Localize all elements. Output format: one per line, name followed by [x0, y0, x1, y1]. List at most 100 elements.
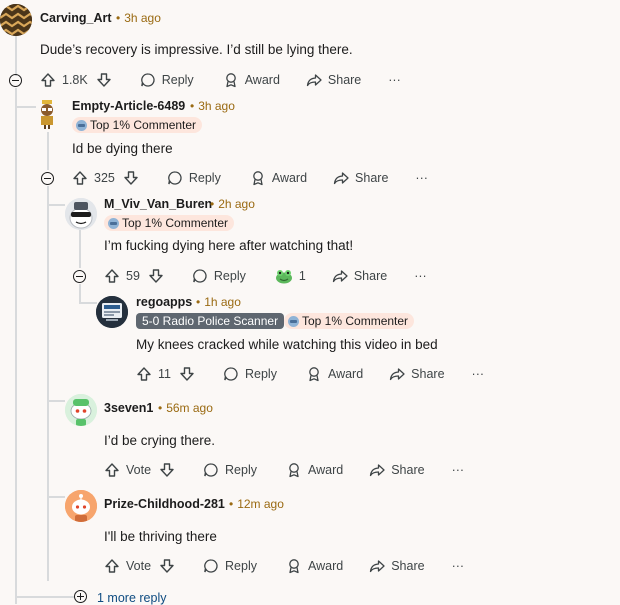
award-button[interactable]: 1: [275, 268, 306, 284]
upvote-button[interactable]: 11: [136, 366, 171, 382]
avatar[interactable]: [65, 394, 97, 426]
upvote-button[interactable]: 1.8K: [40, 72, 88, 88]
speech-bubble-icon: [203, 462, 219, 478]
award-button[interactable]: Award: [286, 462, 343, 478]
comment-actions: 325 Reply Award Share ···: [72, 166, 428, 190]
downvote-button[interactable]: [179, 366, 195, 382]
thread-line: [16, 106, 36, 108]
vote-count: 11: [158, 367, 171, 381]
thread-line: [48, 400, 65, 402]
award-icon: [286, 462, 302, 478]
share-arrow-icon: [369, 462, 385, 478]
ellipsis-icon: ···: [451, 463, 465, 477]
award-button[interactable]: Award: [306, 366, 363, 382]
comment-body: I'll be thriving there: [104, 529, 217, 544]
share-button[interactable]: Share: [306, 72, 361, 88]
ellipsis-icon: ···: [388, 73, 401, 87]
thread-line: [16, 596, 74, 598]
vote-count: 1.8K: [62, 73, 88, 87]
speech-bubble-icon: [223, 366, 239, 382]
award-button[interactable]: Award: [286, 558, 343, 574]
comment-actions: 11 Reply Award Share ···: [136, 362, 484, 386]
comment-timestamp: • 1h ago: [196, 295, 241, 309]
more-options-button[interactable]: ···: [472, 367, 485, 381]
award-icon: [286, 558, 302, 574]
downvote-button[interactable]: [123, 170, 139, 186]
thread-line: [80, 302, 97, 304]
reply-button[interactable]: Reply: [140, 72, 194, 88]
more-options-button[interactable]: ···: [452, 463, 465, 477]
comment-timestamp: • 12m ago: [229, 497, 284, 511]
reply-button[interactable]: Reply: [192, 268, 246, 284]
more-options-button[interactable]: ···: [415, 171, 428, 185]
more-options-button[interactable]: ···: [452, 559, 465, 573]
thread-line: [48, 204, 65, 206]
collapse-thread-button[interactable]: [9, 74, 22, 87]
downvote-button[interactable]: [148, 268, 164, 284]
comment-body: I’d be crying there.: [104, 433, 216, 448]
reply-button[interactable]: Reply: [203, 558, 257, 574]
collapse-thread-button[interactable]: [41, 172, 54, 185]
thread-line: [48, 496, 65, 498]
share-button[interactable]: Share: [389, 366, 445, 382]
flair-badge-icon: [76, 119, 87, 131]
reply-button[interactable]: Reply: [167, 170, 221, 186]
thread-line: [79, 230, 81, 268]
comment-author[interactable]: Carving_Art: [40, 11, 112, 25]
arrow-down-icon: [123, 170, 139, 186]
reply-button[interactable]: Reply: [203, 462, 257, 478]
comment-author[interactable]: 3seven1: [104, 401, 153, 415]
upvote-button[interactable]: Vote: [104, 558, 151, 574]
comment-timestamp: • 2h ago: [210, 197, 255, 211]
comment-author[interactable]: Empty-Article-6489: [72, 99, 185, 113]
comment-author[interactable]: M_Viv_Van_Buren: [104, 197, 212, 211]
award-icon: [250, 170, 266, 186]
share-button[interactable]: Share: [369, 558, 425, 574]
upvote-button[interactable]: 325: [72, 170, 115, 186]
vote-label: Vote: [126, 559, 152, 573]
speech-bubble-icon: [203, 558, 219, 574]
award-button[interactable]: Award: [223, 72, 280, 88]
comment-body: My knees cracked while watching this vid…: [136, 337, 438, 352]
comment-actions: Vote Reply Award Share ···: [104, 458, 464, 482]
upvote-button[interactable]: 59: [104, 268, 140, 284]
more-options-button[interactable]: ···: [388, 73, 401, 87]
flair-badge-icon: [288, 315, 299, 327]
award-button[interactable]: Award: [250, 170, 307, 186]
avatar[interactable]: [65, 490, 97, 522]
arrow-down-icon: [159, 558, 175, 574]
vote-count: 59: [126, 269, 140, 283]
avatar[interactable]: [0, 4, 32, 36]
comment-author[interactable]: regoapps: [136, 295, 192, 309]
arrow-down-icon: [148, 268, 164, 284]
avatar[interactable]: [65, 198, 97, 230]
arrow-down-icon: [179, 366, 195, 382]
comment-timestamp: • 56m ago: [158, 401, 213, 415]
comment-author[interactable]: Prize-Childhood-281: [104, 497, 225, 511]
share-button[interactable]: Share: [332, 268, 387, 284]
expand-replies-button[interactable]: [74, 590, 87, 603]
arrow-up-icon: [104, 462, 120, 478]
comment-body: Id be dying there: [72, 141, 173, 156]
ellipsis-icon: ···: [414, 269, 427, 283]
downvote-button[interactable]: [159, 558, 175, 574]
thread-line: [15, 88, 17, 604]
comment-actions: 1.8K Reply Award Share ···: [40, 68, 401, 92]
user-flair: Top 1% Commenter: [72, 117, 203, 133]
upvote-button[interactable]: Vote: [104, 462, 151, 478]
arrow-up-icon: [104, 558, 120, 574]
share-button[interactable]: Share: [369, 462, 425, 478]
share-arrow-icon: [389, 366, 405, 382]
vote-count: 325: [94, 171, 115, 185]
reply-button[interactable]: Reply: [223, 366, 277, 382]
thread-line: [79, 284, 81, 304]
downvote-button[interactable]: [96, 72, 112, 88]
avatar[interactable]: [96, 296, 128, 328]
collapse-thread-button[interactable]: [73, 270, 86, 283]
share-button[interactable]: Share: [333, 170, 388, 186]
avatar[interactable]: [36, 99, 58, 129]
arrow-down-icon: [159, 462, 175, 478]
more-options-button[interactable]: ···: [414, 269, 427, 283]
downvote-button[interactable]: [159, 462, 175, 478]
more-replies-link[interactable]: 1 more reply: [97, 591, 166, 605]
